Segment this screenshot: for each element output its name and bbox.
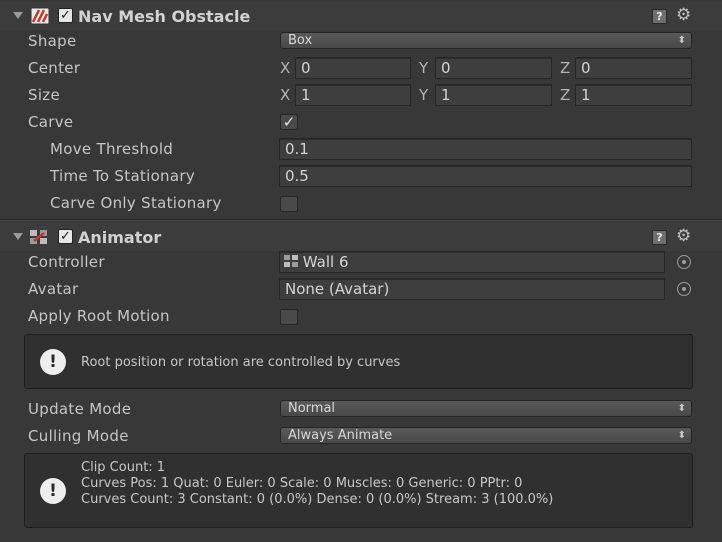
center-z-axis-label: Z — [560, 59, 571, 77]
clip-info-help-box: ! Clip Count: 1 Curves Pos: 1 Quat: 0 Eu… — [24, 453, 693, 528]
carve-label: Carve — [28, 113, 74, 131]
size-x-axis-label: X — [280, 86, 291, 104]
center-x-axis-label: X — [280, 59, 291, 77]
dropdown-arrow-icon: ⬍ — [677, 430, 686, 441]
center-y-axis-label: Y — [419, 59, 429, 77]
dropdown-arrow-icon: ⬍ — [677, 403, 686, 414]
component-title: Animator — [78, 228, 162, 247]
help-icon[interactable]: ? — [652, 230, 667, 245]
foldout-arrow-icon[interactable] — [13, 12, 23, 19]
update-mode-label: Update Mode — [28, 400, 132, 418]
controller-label: Controller — [28, 253, 105, 271]
center-label: Center — [28, 59, 81, 77]
nav-mesh-obstacle-enabled-toggle[interactable]: ✓ — [58, 8, 73, 23]
clip-count-text: Clip Count: 1 — [81, 460, 166, 475]
shape-value: Box — [288, 33, 313, 48]
size-y-axis-label: Y — [419, 86, 429, 104]
component-divider — [0, 219, 722, 221]
animator-component-icon — [30, 230, 47, 244]
move-threshold-label: Move Threshold — [50, 140, 174, 158]
carve-only-stationary-label: Carve Only Stationary — [50, 194, 222, 212]
culling-mode-dropdown[interactable]: Always Animate ⬍ — [280, 427, 692, 444]
apply-root-motion-label: Apply Root Motion — [28, 307, 170, 325]
root-motion-help-text: Root position or rotation are controlled… — [81, 355, 401, 370]
carve-only-stationary-checkbox[interactable] — [280, 196, 298, 212]
size-y-field[interactable]: 1 — [435, 84, 552, 106]
culling-mode-label: Culling Mode — [28, 427, 129, 445]
dropdown-arrow-icon: ⬍ — [677, 35, 686, 46]
gear-icon[interactable]: ⚙ — [676, 5, 691, 25]
animator-header[interactable]: ✓ Animator ? ⚙ — [0, 223, 722, 251]
controller-field[interactable]: Wall 6 — [279, 251, 665, 273]
shape-label: Shape — [28, 32, 77, 50]
gear-icon[interactable]: ⚙ — [676, 226, 691, 246]
culling-mode-value: Always Animate — [288, 428, 393, 443]
center-y-field[interactable]: 0 — [435, 57, 552, 79]
size-z-field[interactable]: 1 — [575, 84, 692, 106]
nav-mesh-obstacle-icon — [30, 7, 50, 25]
component-title: Nav Mesh Obstacle — [78, 7, 251, 26]
animator-enabled-toggle[interactable]: ✓ — [58, 229, 73, 244]
carve-checkbox[interactable]: ✓ — [280, 114, 298, 130]
apply-root-motion-checkbox[interactable] — [280, 309, 298, 325]
nav-mesh-obstacle-header[interactable]: ✓ Nav Mesh Obstacle ? ⚙ — [0, 2, 722, 30]
time-to-stationary-label: Time To Stationary — [50, 167, 195, 185]
object-picker-icon[interactable] — [677, 255, 691, 269]
move-threshold-field[interactable]: 0.1 — [279, 138, 692, 160]
object-picker-icon[interactable] — [677, 282, 691, 296]
controller-value: Wall 6 — [302, 253, 349, 271]
center-z-field[interactable]: 0 — [575, 57, 692, 79]
curves-count-text: Curves Count: 3 Constant: 0 (0.0%) Dense… — [81, 492, 554, 507]
help-icon[interactable]: ? — [652, 9, 667, 24]
size-z-axis-label: Z — [560, 86, 571, 104]
center-x-field[interactable]: 0 — [295, 57, 411, 79]
info-icon: ! — [40, 349, 66, 375]
foldout-arrow-icon[interactable] — [13, 233, 23, 240]
size-label: Size — [28, 86, 60, 104]
info-icon: ! — [40, 478, 66, 504]
size-x-field[interactable]: 1 — [295, 84, 411, 106]
time-to-stationary-field[interactable]: 0.5 — [279, 165, 692, 187]
shape-dropdown[interactable]: Box ⬍ — [280, 32, 692, 49]
update-mode-dropdown[interactable]: Normal ⬍ — [280, 400, 692, 417]
update-mode-value: Normal — [288, 401, 336, 416]
avatar-label: Avatar — [28, 280, 79, 298]
animator-controller-icon — [284, 255, 298, 267]
avatar-field[interactable]: None (Avatar) — [279, 278, 665, 300]
curves-pos-text: Curves Pos: 1 Quat: 0 Euler: 0 Scale: 0 … — [81, 476, 523, 491]
root-motion-help-box: ! Root position or rotation are controll… — [24, 334, 693, 389]
